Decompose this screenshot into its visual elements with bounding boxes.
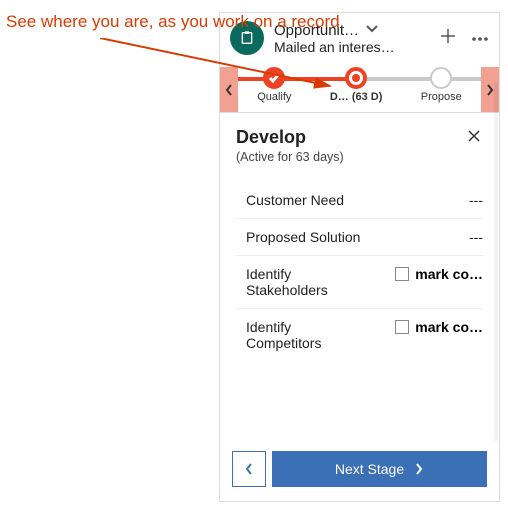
annotation-text: See where you are, as you work on a reco… [6,12,340,32]
scrollbar[interactable] [494,83,498,441]
more-button[interactable] [471,29,489,47]
field-row[interactable]: Identify Stakeholders mark co… [236,256,483,309]
checkbox[interactable] [395,320,409,334]
plus-icon [439,27,457,45]
field-value: --- [469,229,483,245]
annotation-arrow [100,38,350,108]
field-row[interactable]: Proposed Solution --- [236,219,483,256]
field-list: Customer Need --- Proposed Solution --- … [236,182,483,361]
chevron-down-icon [365,24,379,34]
field-value: mark co… [415,266,483,282]
close-button[interactable] [465,127,483,150]
chevron-left-icon [244,462,254,476]
next-stage-label: Next Stage [335,461,404,477]
field-label: Customer Need [246,192,344,208]
field-row[interactable]: Customer Need --- [236,182,483,219]
field-label: Proposed Solution [246,229,360,245]
stage-title: Develop [236,127,344,148]
add-button[interactable] [439,27,457,50]
field-label: Identify Competitors [246,319,366,351]
title-chevron[interactable] [365,21,379,39]
checkbox[interactable] [395,267,409,281]
stage-subtitle: (Active for 63 days) [236,150,344,164]
field-row[interactable]: Identify Competitors mark co… [236,309,483,361]
next-stage-button[interactable]: Next Stage [272,451,487,487]
field-value: --- [469,192,483,208]
stage-body: Develop (Active for 63 days) Customer Ne… [220,113,499,375]
field-value: mark co… [415,319,483,335]
stage-label: Propose [421,91,462,103]
ellipsis-icon [471,36,489,42]
chevron-right-icon [414,462,424,476]
close-icon [467,129,481,143]
stage-node-propose[interactable]: Propose [421,67,462,103]
field-label: Identify Stakeholders [246,266,366,298]
prev-stage-button[interactable] [232,451,266,487]
